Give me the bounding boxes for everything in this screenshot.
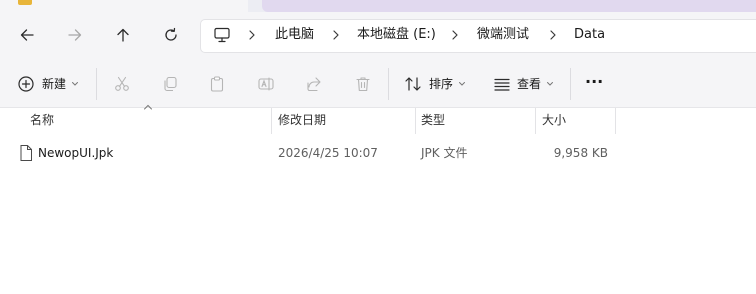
column-divider[interactable] xyxy=(271,108,272,134)
forward-button[interactable] xyxy=(59,19,91,51)
copy-icon xyxy=(164,76,177,92)
paste-button[interactable] xyxy=(207,74,227,94)
sort-button-label[interactable]: 排序 xyxy=(429,75,453,93)
file-icon xyxy=(19,144,33,162)
column-divider[interactable] xyxy=(615,108,616,134)
copy-button[interactable] xyxy=(160,74,180,94)
delete-button[interactable] xyxy=(353,74,373,94)
arrow-right-icon xyxy=(68,29,82,41)
table-row[interactable] xyxy=(8,140,748,166)
breadcrumb-item-this-pc[interactable]: 此电脑 xyxy=(275,26,314,44)
cut-button[interactable] xyxy=(112,74,132,94)
column-header-type[interactable]: 类型 xyxy=(421,111,445,129)
clipboard-icon xyxy=(210,76,224,92)
column-header-modified[interactable]: 修改日期 xyxy=(278,111,326,129)
chevron-down-icon[interactable] xyxy=(71,80,79,88)
chevron-right-icon[interactable] xyxy=(546,28,560,42)
rename-button[interactable] xyxy=(256,74,276,94)
refresh-icon xyxy=(165,27,177,41)
toolbar-divider xyxy=(388,68,389,100)
column-header-size[interactable]: 大小 xyxy=(542,111,566,129)
trash-icon xyxy=(356,77,370,92)
column-divider[interactable] xyxy=(535,108,536,134)
view-button[interactable] xyxy=(492,74,512,94)
file-name[interactable]: NewopUI.Jpk xyxy=(38,144,113,162)
refresh-button[interactable] xyxy=(155,19,187,51)
chevron-right-icon[interactable] xyxy=(245,28,259,42)
tab-other[interactable] xyxy=(262,0,756,12)
new-button[interactable] xyxy=(16,74,36,94)
sort-ascending-icon xyxy=(144,104,152,110)
list-view-icon xyxy=(494,78,510,91)
toolbar-divider xyxy=(570,68,571,100)
share-icon xyxy=(307,77,321,92)
breadcrumb-item-data[interactable]: Data xyxy=(574,26,605,44)
back-button[interactable] xyxy=(11,19,43,51)
file-type: JPK 文件 xyxy=(421,146,468,160)
column-header-name[interactable]: 名称 xyxy=(30,111,54,129)
breadcrumb-item-local-disk[interactable]: 本地磁盘 (E:) xyxy=(357,26,436,44)
arrow-left-icon xyxy=(20,29,34,41)
folder-icon xyxy=(18,0,32,5)
chevron-down-icon[interactable] xyxy=(546,80,554,88)
chevron-right-icon[interactable] xyxy=(448,28,462,42)
chevron-down-icon[interactable] xyxy=(458,80,466,88)
chevron-right-icon[interactable] xyxy=(329,28,343,42)
rename-icon xyxy=(258,77,274,91)
column-divider[interactable] xyxy=(415,108,416,134)
file-size: 9,958 KB xyxy=(553,146,608,160)
sort-icon xyxy=(405,77,421,91)
plus-circle-icon xyxy=(18,76,34,92)
sort-button[interactable] xyxy=(403,74,423,94)
share-button[interactable] xyxy=(304,74,324,94)
arrow-up-icon xyxy=(117,28,129,42)
scissors-icon xyxy=(115,76,129,91)
toolbar-divider xyxy=(96,68,97,100)
new-button-label[interactable]: 新建 xyxy=(42,75,66,93)
computer-icon[interactable] xyxy=(213,26,231,44)
up-button[interactable] xyxy=(107,19,139,51)
tab-active[interactable] xyxy=(0,0,248,12)
more-options-button[interactable]: ··· xyxy=(585,72,603,92)
breadcrumb-item-folder[interactable]: 微端测试 xyxy=(477,26,529,44)
file-modified: 2026/4/25 10:07 xyxy=(278,146,378,160)
view-button-label[interactable]: 查看 xyxy=(517,75,541,93)
